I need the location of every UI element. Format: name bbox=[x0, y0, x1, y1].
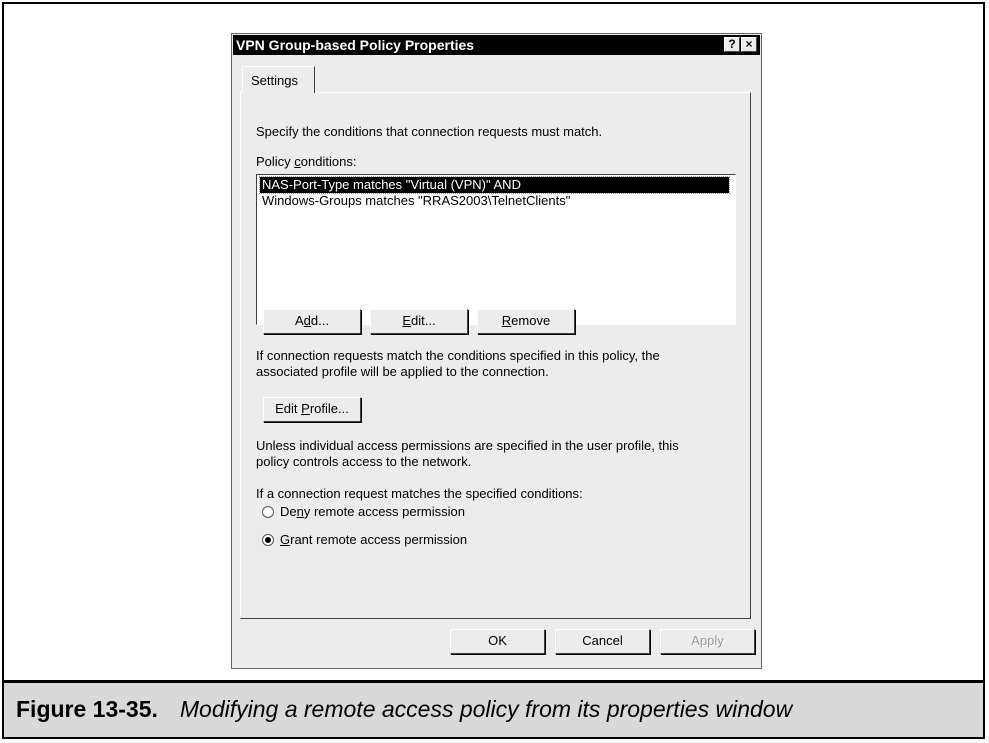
ok-button[interactable]: OK bbox=[450, 629, 545, 654]
dialog-title: VPN Group-based Policy Properties bbox=[236, 37, 475, 53]
profile-note-line2: associated profile will be applied to th… bbox=[256, 364, 549, 379]
tab-settings[interactable]: Settings bbox=[242, 66, 315, 93]
help-button[interactable]: ? bbox=[724, 37, 740, 52]
grant-option-label[interactable]: Grant remote access permission bbox=[280, 532, 467, 548]
match-conditions-label: If a connection request matches the spec… bbox=[256, 486, 583, 501]
deny-radio[interactable] bbox=[262, 506, 274, 518]
remove-button[interactable]: Remove bbox=[477, 309, 575, 334]
policy-conditions-label: Policy conditions: bbox=[256, 154, 357, 169]
access-note-line2: policy controls access to the network. bbox=[256, 454, 472, 469]
condition-item[interactable]: Windows-Groups matches "RRAS2003\TelnetC… bbox=[260, 193, 729, 209]
intro-text: Specify the conditions that connection r… bbox=[256, 124, 603, 139]
radio-selected-dot bbox=[265, 537, 271, 543]
deny-option-label[interactable]: Deny remote access permission bbox=[280, 504, 465, 520]
edit-button[interactable]: Edit... bbox=[370, 309, 468, 334]
policy-conditions-list[interactable]: NAS-Port-Type matches "Virtual (VPN)" AN… bbox=[256, 174, 736, 325]
apply-button[interactable]: Apply bbox=[660, 629, 755, 654]
help-icon: ? bbox=[728, 37, 736, 51]
cancel-button[interactable]: Cancel bbox=[555, 629, 650, 654]
caption-area: Figure 13-35. Modifying a remote access p… bbox=[4, 683, 983, 737]
grant-radio[interactable] bbox=[262, 534, 274, 546]
close-button[interactable]: × bbox=[741, 37, 757, 52]
figure-number: Figure 13-35. bbox=[16, 696, 158, 722]
policy-properties-dialog: VPN Group-based Policy Properties ? × Se… bbox=[231, 33, 762, 669]
condition-item[interactable]: NAS-Port-Type matches "Virtual (VPN)" AN… bbox=[259, 176, 730, 194]
title-bar: VPN Group-based Policy Properties ? × bbox=[233, 35, 760, 55]
add-button[interactable]: Add... bbox=[263, 309, 361, 334]
close-icon: × bbox=[745, 37, 753, 51]
figure-caption-text: Modifying a remote access policy from it… bbox=[179, 696, 793, 722]
access-note-line1: Unless individual access permissions are… bbox=[256, 438, 679, 453]
figure-caption: Figure 13-35. Modifying a remote access p… bbox=[16, 696, 792, 723]
profile-note-line1: If connection requests match the conditi… bbox=[256, 348, 660, 363]
tab-settings-label: Settings bbox=[251, 73, 298, 88]
edit-profile-button[interactable]: Edit Profile... bbox=[263, 397, 361, 422]
